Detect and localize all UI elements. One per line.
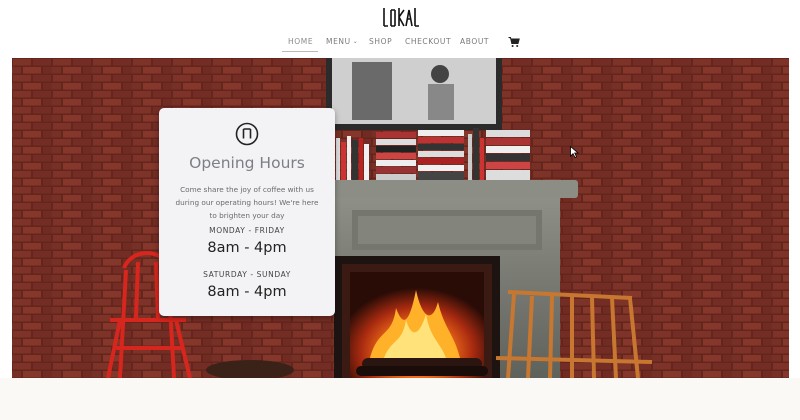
nav-menu[interactable]: MENU ⌄ bbox=[326, 36, 358, 49]
shopping-cart-icon[interactable] bbox=[508, 36, 520, 48]
opening-hours-card: Opening Hours Come share the joy of coff… bbox=[159, 108, 335, 316]
nav-menu-label: MENU bbox=[326, 37, 351, 46]
opening-hours-title: Opening Hours bbox=[189, 154, 305, 172]
weekday-label: MONDAY - FRIDAY bbox=[209, 226, 285, 235]
brand-logo[interactable] bbox=[382, 6, 420, 30]
weekend-label: SATURDAY - SUNDAY bbox=[203, 270, 291, 279]
nav-about[interactable]: ABOUT bbox=[460, 36, 489, 48]
weekday-hours: 8am - 4pm bbox=[207, 240, 287, 256]
active-nav-indicator bbox=[282, 51, 318, 52]
mouse-cursor-icon bbox=[570, 146, 579, 158]
hero-image bbox=[12, 58, 789, 378]
chevron-down-icon: ⌄ bbox=[352, 38, 359, 45]
opening-hours-description: Come share the joy of coffee with us dur… bbox=[175, 185, 319, 220]
nav-home[interactable]: HOME bbox=[288, 36, 313, 48]
lokal-badge-icon bbox=[235, 122, 259, 146]
content-below-hero bbox=[0, 378, 800, 420]
main-nav: HOME MENU ⌄ SHOP CHECKOUT ABOUT bbox=[0, 36, 800, 52]
site-header: HOME MENU ⌄ SHOP CHECKOUT ABOUT bbox=[0, 0, 800, 58]
nav-shop[interactable]: SHOP bbox=[369, 36, 392, 48]
weekend-hours: 8am - 4pm bbox=[207, 284, 287, 300]
nav-checkout[interactable]: CHECKOUT bbox=[405, 36, 451, 48]
fireplace-scene bbox=[12, 58, 789, 378]
